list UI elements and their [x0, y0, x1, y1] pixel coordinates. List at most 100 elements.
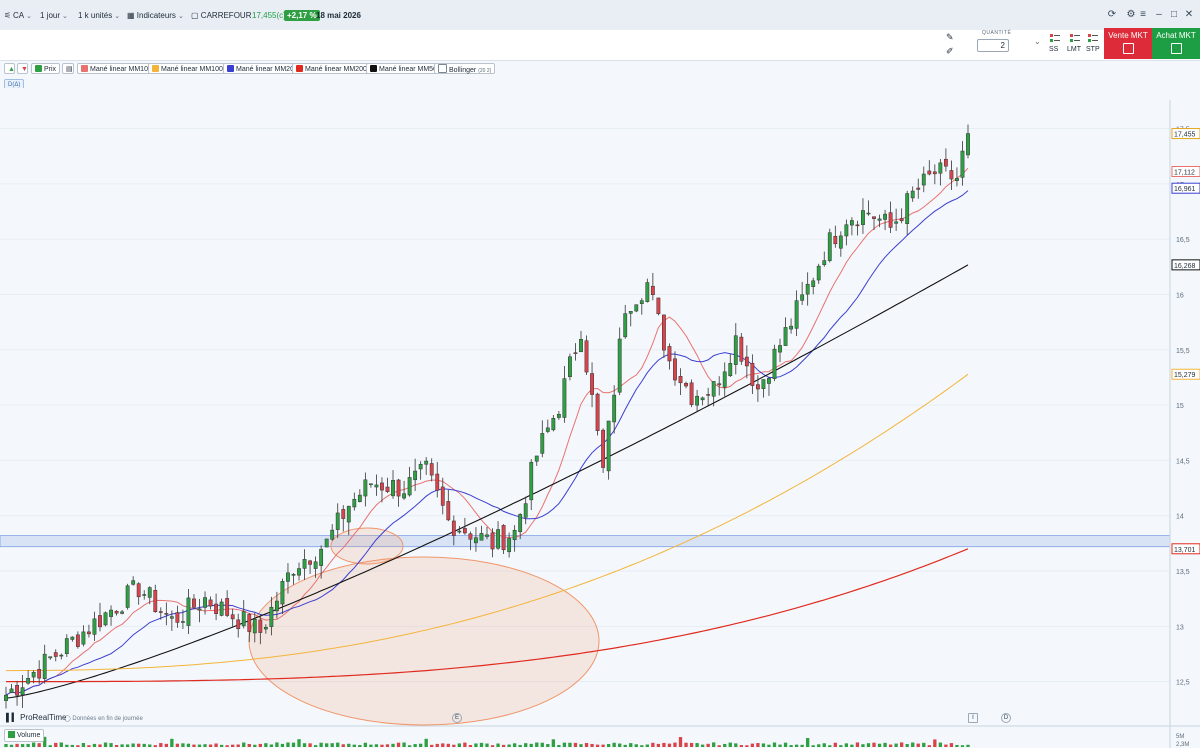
candle-body — [955, 178, 959, 181]
volume-bar — [192, 744, 196, 747]
candle-body — [750, 362, 755, 386]
candle-body — [302, 559, 307, 569]
volume-bar — [944, 744, 948, 747]
candle-body — [523, 503, 528, 518]
volume-bar — [546, 744, 550, 747]
minimize-icon[interactable]: – — [1152, 8, 1166, 22]
volume-label[interactable]: Volume — [4, 729, 45, 742]
candle-body — [274, 600, 279, 612]
volume-bar — [479, 742, 484, 747]
edit-icon[interactable]: ✐ — [946, 46, 954, 57]
candle-body — [916, 187, 921, 190]
chevron-down-icon[interactable]: ⌄ — [1034, 37, 1041, 46]
volume-bar — [717, 745, 721, 747]
ticker-select[interactable]: CA ⌄ — [13, 9, 32, 23]
volume-bar — [164, 743, 168, 747]
price-chart[interactable]: 17,51716,51615,51514,51413,51312,517,455… — [0, 88, 1200, 748]
legend-mm200[interactable]: Mané linear MM200 — [292, 63, 371, 74]
volume-bar — [806, 738, 810, 747]
candle-body — [424, 460, 429, 465]
volume-bar — [833, 742, 837, 747]
volume-bar — [363, 742, 368, 747]
candle-body — [385, 486, 390, 492]
grid-icon[interactable]: ▤ — [62, 63, 74, 74]
menu-icon[interactable]: ⚟ — [4, 9, 11, 23]
candle-body — [767, 378, 771, 384]
volume-bar — [352, 744, 356, 747]
close-icon[interactable]: ✕ — [1182, 8, 1196, 22]
candle-body — [794, 300, 799, 329]
candle-body — [37, 669, 42, 679]
candle-body — [612, 394, 617, 423]
order-type-stp[interactable]: STP — [1086, 46, 1100, 53]
candle-body — [31, 671, 36, 678]
mm50-swatch — [370, 65, 377, 72]
candle-body — [921, 173, 926, 186]
legend-mm20[interactable]: Mané linear MM20 — [223, 63, 298, 74]
volume-bar — [81, 742, 86, 747]
volume-bar — [706, 743, 710, 747]
volume-bar — [529, 743, 533, 747]
candle-body — [844, 224, 849, 237]
order-type-lmt[interactable]: LMT — [1067, 46, 1081, 53]
candle-body — [313, 561, 318, 569]
candle-body — [53, 652, 58, 657]
pane-marker-d[interactable]: D — [1001, 713, 1011, 723]
legend-bollinger[interactable]: Bollinger (20 2) — [434, 63, 496, 74]
volume-bar — [148, 744, 152, 747]
candle-body — [9, 688, 14, 693]
pane-marker-i[interactable]: I — [968, 713, 978, 723]
pane-marker-e[interactable]: E — [452, 713, 462, 723]
wrench-icon[interactable]: ✎ — [946, 32, 954, 43]
volume-bar — [175, 743, 180, 747]
arrow-down-icon[interactable]: ▼ — [17, 63, 28, 74]
price-swatch — [35, 65, 42, 72]
volume-bar — [568, 742, 572, 747]
order-type-ss[interactable]: SS — [1049, 46, 1058, 53]
indicators-icon: ▦ — [127, 11, 135, 20]
volume-bar — [551, 739, 556, 747]
legend-mm50[interactable]: Mané linear MM50 — [366, 63, 441, 74]
timeframe-select[interactable]: 1 jour ⌄ — [40, 9, 68, 23]
candle-body — [147, 587, 152, 598]
candle-body — [805, 283, 810, 295]
volume-bar — [269, 744, 274, 747]
indicators-button[interactable]: ▦ Indicateurs ⌄ — [127, 9, 184, 23]
volume-bar — [512, 743, 517, 747]
candle-body — [418, 463, 423, 470]
refresh-icon[interactable]: ⟳ — [1105, 8, 1119, 22]
y-tick-label: 13,5 — [1176, 569, 1190, 576]
quantity-input[interactable]: 2 — [977, 39, 1009, 52]
instrument-info[interactable]: ▢ CARREFOUR — [191, 9, 251, 23]
candle-body — [700, 397, 705, 401]
legend-mm100[interactable]: Mané linear MM100 — [148, 63, 227, 74]
volume-bar — [579, 744, 583, 747]
volume-bar — [87, 745, 91, 747]
legend-mm10[interactable]: Mané linear MM10 — [77, 63, 152, 74]
highlight-ellipse-small — [330, 527, 404, 565]
volume-bar — [430, 744, 434, 747]
candle-body — [291, 574, 296, 576]
candle-body — [827, 232, 832, 261]
legend-price[interactable]: Prix — [31, 63, 61, 74]
maximize-icon[interactable]: □ — [1167, 8, 1181, 22]
arrow-up-icon[interactable]: ▲ — [4, 63, 15, 74]
volume-bar — [883, 742, 887, 747]
data-note-text: Données en fin de journée — [72, 716, 143, 722]
units-select[interactable]: 1 k unités ⌄ — [78, 9, 120, 23]
sell-market-button[interactable]: Vente MKT — [1104, 28, 1152, 59]
brand-logo: ▌▍ ProRealTime — [6, 713, 66, 722]
support-zone — [0, 535, 1171, 548]
volume-bar — [413, 744, 417, 747]
candle-body — [518, 514, 523, 533]
volume-bar — [219, 744, 224, 747]
candle-body — [219, 601, 224, 616]
candle-body — [236, 619, 241, 630]
star-icon[interactable]: ✧ — [355, 9, 362, 23]
buy-market-button[interactable]: Achat MKT — [1152, 28, 1200, 59]
candle-body — [855, 224, 860, 227]
volume-bar — [662, 742, 666, 747]
chevron-down-icon: ⌄ — [114, 13, 121, 20]
candle-body — [512, 529, 517, 541]
menu-lines-icon[interactable]: ≡ — [1136, 8, 1150, 22]
